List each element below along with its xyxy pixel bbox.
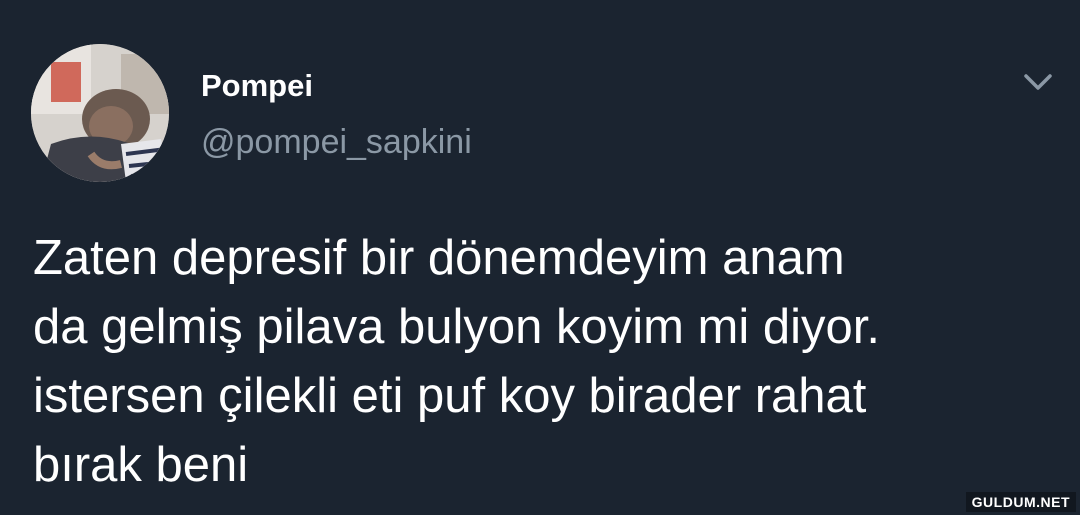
tweet-text-line: istersen çilekli eti puf koy birader rah… bbox=[33, 369, 867, 423]
avatar[interactable] bbox=[31, 44, 169, 182]
tweet-text-line: bırak beni bbox=[33, 438, 249, 492]
user-handle[interactable]: @pompei_sapkini bbox=[201, 125, 472, 159]
watermark: GULDUM.NET bbox=[965, 492, 1076, 512]
tweet-text-line: da gelmiş pilava bulyon koyim mi diyor. bbox=[33, 300, 880, 354]
chevron-down-icon[interactable] bbox=[1020, 68, 1056, 96]
avatar-photo bbox=[31, 44, 169, 182]
tweet-card: Pompei @pompei_sapkini Zaten depresif bi… bbox=[0, 0, 1080, 515]
tweet-text: Zaten depresif bir dönemdeyim anam da ge… bbox=[33, 224, 1063, 500]
display-name[interactable]: Pompei bbox=[201, 70, 313, 101]
tweet-text-line: Zaten depresif bir dönemdeyim anam bbox=[33, 231, 845, 285]
